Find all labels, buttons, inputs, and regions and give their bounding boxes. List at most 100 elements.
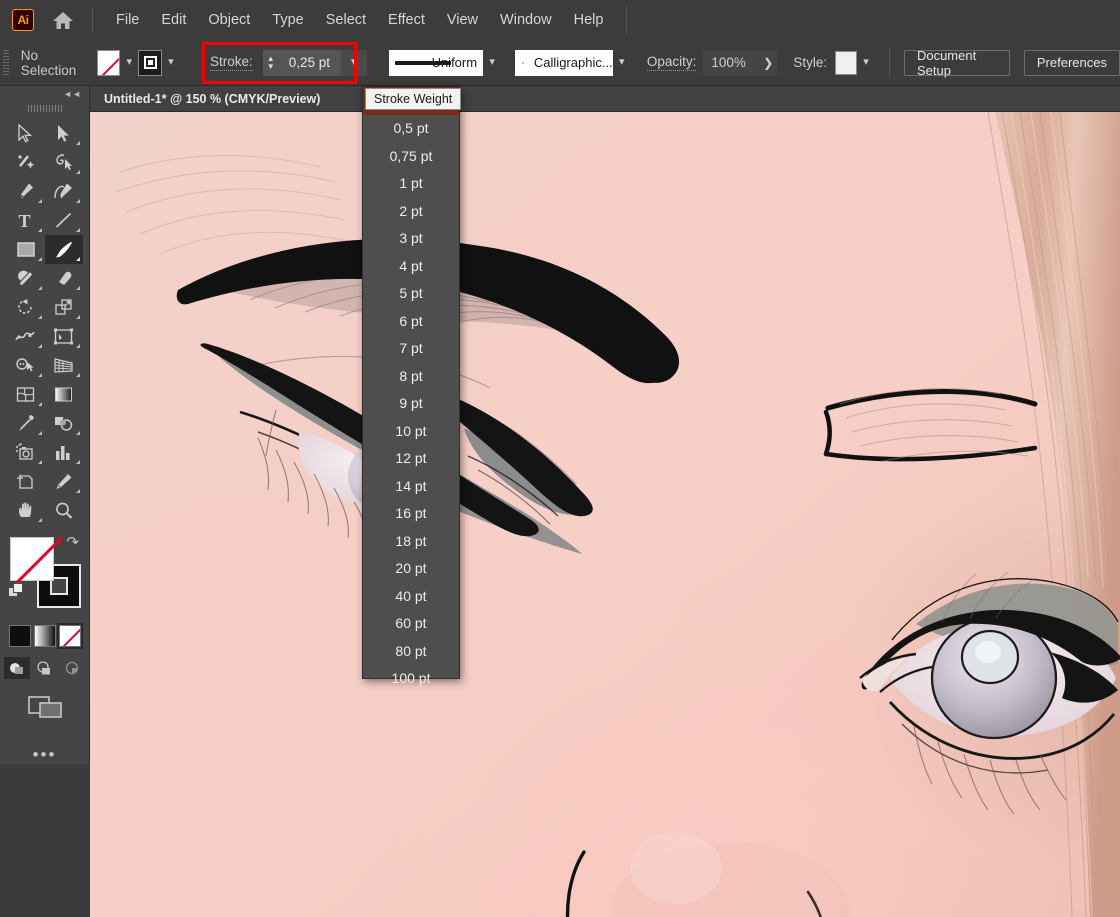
graphic-style-dropdown-icon[interactable]: ▾	[857, 50, 875, 76]
draw-behind-button[interactable]	[32, 657, 58, 679]
scale-tool[interactable]	[45, 293, 83, 322]
document-setup-button[interactable]: Document Setup	[904, 50, 1010, 76]
shaper-tool[interactable]	[7, 264, 45, 293]
default-fill-stroke-icon[interactable]	[8, 583, 24, 604]
dropdown-option[interactable]: 10 pt	[363, 417, 459, 445]
stroke-weight-input[interactable]: 0,25 pt	[279, 50, 341, 76]
control-bar-grip[interactable]	[3, 50, 9, 76]
swap-fill-stroke-icon[interactable]: ↷	[66, 533, 79, 551]
menu-item-object[interactable]: Object	[197, 8, 261, 32]
artboard-canvas[interactable]	[90, 112, 1120, 917]
hand-tool[interactable]	[7, 496, 45, 525]
menu-item-edit[interactable]: Edit	[150, 8, 197, 32]
perspective-grid-tool[interactable]	[45, 351, 83, 380]
lasso-tool[interactable]	[45, 148, 83, 177]
color-swatch-button[interactable]	[9, 625, 31, 647]
width-tool[interactable]	[7, 322, 45, 351]
rotate-tool[interactable]	[7, 293, 45, 322]
direct-selection-tool[interactable]	[45, 119, 83, 148]
draw-normal-button[interactable]	[4, 657, 30, 679]
free-transform-tool[interactable]	[45, 322, 83, 351]
dropdown-option[interactable]: 5 pt	[363, 280, 459, 308]
blend-tool[interactable]	[45, 409, 83, 438]
fill-swatch-dropdown-icon[interactable]: ▾	[120, 50, 138, 76]
stroke-color-swatch[interactable]	[138, 50, 161, 76]
menu-item-file[interactable]: File	[105, 8, 150, 32]
menu-item-window[interactable]: Window	[489, 8, 563, 32]
type-tool[interactable]: T	[7, 206, 45, 235]
selection-tool[interactable]	[7, 119, 45, 148]
brush-definition-dropdown-icon[interactable]: ▾	[613, 50, 631, 76]
symbol-sprayer-tool[interactable]	[7, 438, 45, 467]
stroke-weight-dropdown-list[interactable]: 0,25 pt 0,5 pt 0,75 pt 1 pt 2 pt 3 pt 4 …	[362, 86, 460, 679]
screen-mode-button[interactable]	[0, 693, 89, 721]
dropdown-option[interactable]: 9 pt	[363, 390, 459, 418]
dropdown-option[interactable]: 40 pt	[363, 582, 459, 610]
dropdown-option[interactable]: 14 pt	[363, 472, 459, 500]
dropdown-option[interactable]: 60 pt	[363, 610, 459, 638]
dropdown-option[interactable]: 18 pt	[363, 527, 459, 555]
dropdown-option[interactable]: 100 pt	[363, 665, 459, 693]
graphic-style-label: Style:	[793, 55, 827, 70]
menu-item-select[interactable]: Select	[315, 8, 377, 32]
dropdown-option[interactable]: 1 pt	[363, 170, 459, 198]
pen-tool[interactable]	[7, 177, 45, 206]
dropdown-option[interactable]: 8 pt	[363, 362, 459, 390]
dropdown-option[interactable]: 4 pt	[363, 252, 459, 280]
fill-color-swatch[interactable]	[97, 50, 120, 76]
column-graph-tool[interactable]	[45, 438, 83, 467]
shape-builder-tool[interactable]	[7, 351, 45, 380]
dropdown-option[interactable]: 80 pt	[363, 637, 459, 665]
dropdown-option[interactable]: 12 pt	[363, 445, 459, 473]
stroke-weight-group: Stroke: ▲▼ 0,25 pt ▾	[202, 47, 375, 79]
opacity-options-icon[interactable]: ❯	[759, 50, 777, 76]
stroke-weight-label: Stroke:	[210, 54, 253, 71]
dropdown-option[interactable]: 6 pt	[363, 307, 459, 335]
more-tools-icon[interactable]: •••	[0, 745, 89, 765]
dropdown-option[interactable]: 0,75 pt	[363, 142, 459, 170]
stroke-profile-select[interactable]: Uniform	[389, 50, 483, 76]
menu-item-help[interactable]: Help	[563, 8, 615, 32]
graphic-style-swatch[interactable]	[835, 51, 857, 75]
fill-color-indicator[interactable]	[10, 537, 54, 581]
brush-definition-select[interactable]: · Calligraphic...	[515, 50, 612, 76]
artboard-tool[interactable]	[7, 467, 45, 496]
eraser-tool[interactable]	[45, 264, 83, 293]
color-controls: ↷	[0, 531, 89, 623]
dropdown-option[interactable]: 0,5 pt	[363, 115, 459, 143]
gradient-tool[interactable]	[45, 380, 83, 409]
document-tab-title[interactable]: Untitled-1* @ 150 % (CMYK/Preview)	[90, 92, 320, 106]
line-segment-tool[interactable]	[45, 206, 83, 235]
menu-item-view[interactable]: View	[436, 8, 489, 32]
tools-panel-grip[interactable]	[0, 101, 89, 115]
menu-item-effect[interactable]: Effect	[377, 8, 436, 32]
rectangle-tool[interactable]	[7, 235, 45, 264]
menu-item-type[interactable]: Type	[261, 8, 314, 32]
mesh-tool[interactable]	[7, 380, 45, 409]
zoom-tool[interactable]	[45, 496, 83, 525]
stroke-profile-dropdown-icon[interactable]: ▾	[483, 50, 501, 76]
app-logo-icon[interactable]: Ai	[12, 9, 34, 31]
curvature-tool[interactable]	[45, 177, 83, 206]
dropdown-option[interactable]: 2 pt	[363, 197, 459, 225]
gradient-swatch-button[interactable]	[34, 625, 56, 647]
dropdown-option[interactable]: 3 pt	[363, 225, 459, 253]
stroke-weight-stepper[interactable]: ▲▼	[263, 50, 279, 76]
stroke-swatch-dropdown-icon[interactable]: ▾	[162, 50, 180, 76]
dropdown-option[interactable]: 16 pt	[363, 500, 459, 528]
svg-text:T: T	[19, 211, 31, 230]
collapse-panel-icon[interactable]: ◄◄	[0, 86, 89, 101]
none-swatch-button[interactable]	[59, 625, 81, 647]
home-icon[interactable]	[50, 7, 76, 33]
draw-inside-button[interactable]	[60, 657, 86, 679]
paintbrush-tool[interactable]	[45, 235, 83, 264]
slice-tool[interactable]	[45, 467, 83, 496]
dropdown-option[interactable]: 7 pt	[363, 335, 459, 363]
eyedropper-tool[interactable]	[7, 409, 45, 438]
dropdown-option[interactable]: 20 pt	[363, 555, 459, 583]
magic-wand-tool[interactable]	[7, 148, 45, 177]
stroke-weight-dropdown-icon[interactable]: ▾	[341, 50, 367, 76]
opacity-input[interactable]: 100%	[703, 50, 759, 76]
stroke-weight-tooltip: Stroke Weight	[365, 88, 461, 110]
preferences-button[interactable]: Preferences	[1024, 50, 1120, 76]
